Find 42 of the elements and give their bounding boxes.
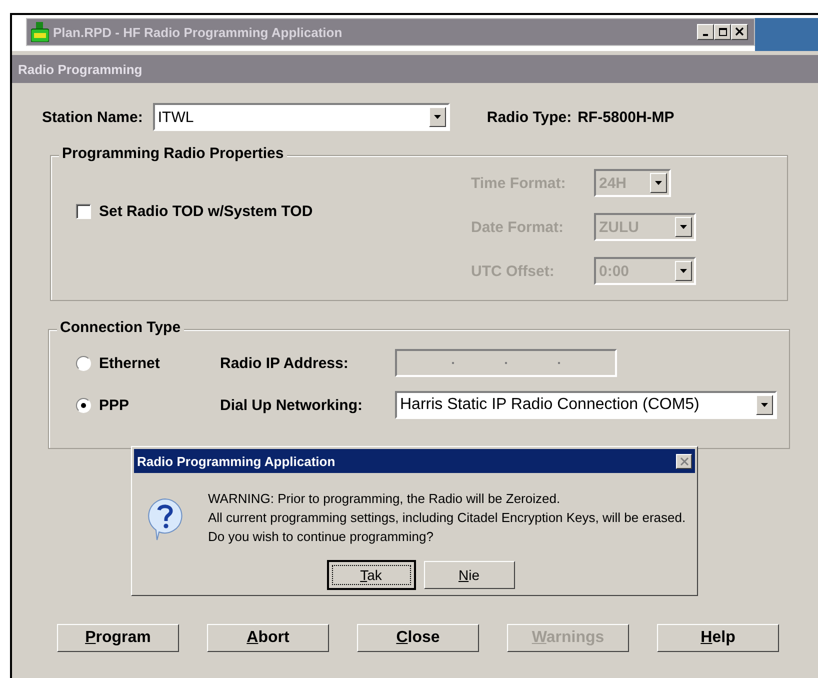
window-title: Plan.RPD - HF Radio Programming Application — [53, 24, 344, 40]
panel-title: Radio Programming — [12, 55, 818, 83]
field-label: Radio IP Address: — [220, 354, 350, 372]
action-button[interactable]: Close — [357, 624, 479, 652]
group-title: Programming Radio Properties — [59, 145, 287, 162]
app-icon — [31, 22, 49, 42]
dropdown-arrow-icon — [761, 403, 768, 407]
close-icon — [680, 456, 688, 466]
radio-label: Ethernet — [99, 354, 160, 372]
background-window — [755, 18, 818, 51]
group-title: Connection Type — [57, 319, 184, 336]
question-icon — [146, 497, 184, 541]
maximize-button[interactable] — [714, 24, 731, 40]
dialog-message: All current programming settings, including Citadel Encryption Keys, will be erased. — [208, 509, 686, 527]
close-button[interactable] — [731, 24, 748, 40]
station-dropdown[interactable]: ITWL — [152, 103, 450, 131]
close-button[interactable] — [676, 454, 692, 468]
dialog-button[interactable]: Tak — [326, 560, 416, 590]
radio-button[interactable] — [76, 398, 91, 412]
checkbox[interactable] — [76, 204, 91, 219]
close-icon — [734, 27, 744, 37]
action-button[interactable]: Abort — [207, 624, 329, 652]
maximize-icon — [718, 27, 728, 37]
dialog-button[interactable]: Nie — [424, 561, 514, 589]
dial-up-dropdown[interactable]: Harris Static IP Radio Connection (COM5) — [395, 391, 777, 419]
radio-type-value: RF-5800H-MP — [578, 108, 674, 126]
field-label: Dial Up Networking: — [220, 396, 364, 414]
station-label: Station Name: — [42, 108, 143, 126]
minimize-button[interactable] — [697, 24, 714, 40]
action-button[interactable]: Program — [57, 624, 179, 652]
dialog-message: Do you wish to continue programming? — [208, 528, 434, 546]
dropdown-arrow-icon — [680, 269, 687, 273]
dropdown-arrow-icon — [680, 225, 687, 229]
dropdown-arrow-icon — [655, 181, 662, 185]
action-button[interactable]: Help — [657, 624, 779, 652]
radio-type-label: Radio Type: — [486, 108, 572, 126]
dialog-title: Radio Programming Application — [137, 454, 336, 468]
radio-label: PPP — [99, 396, 130, 414]
dropdown-arrow-icon — [434, 115, 441, 119]
minimize-icon — [703, 34, 708, 36]
checkbox-label: Set Radio TOD w/System TOD — [99, 203, 313, 220]
dialog-message: WARNING: Prior to programming, the Radio will be Zeroized. — [208, 490, 562, 508]
